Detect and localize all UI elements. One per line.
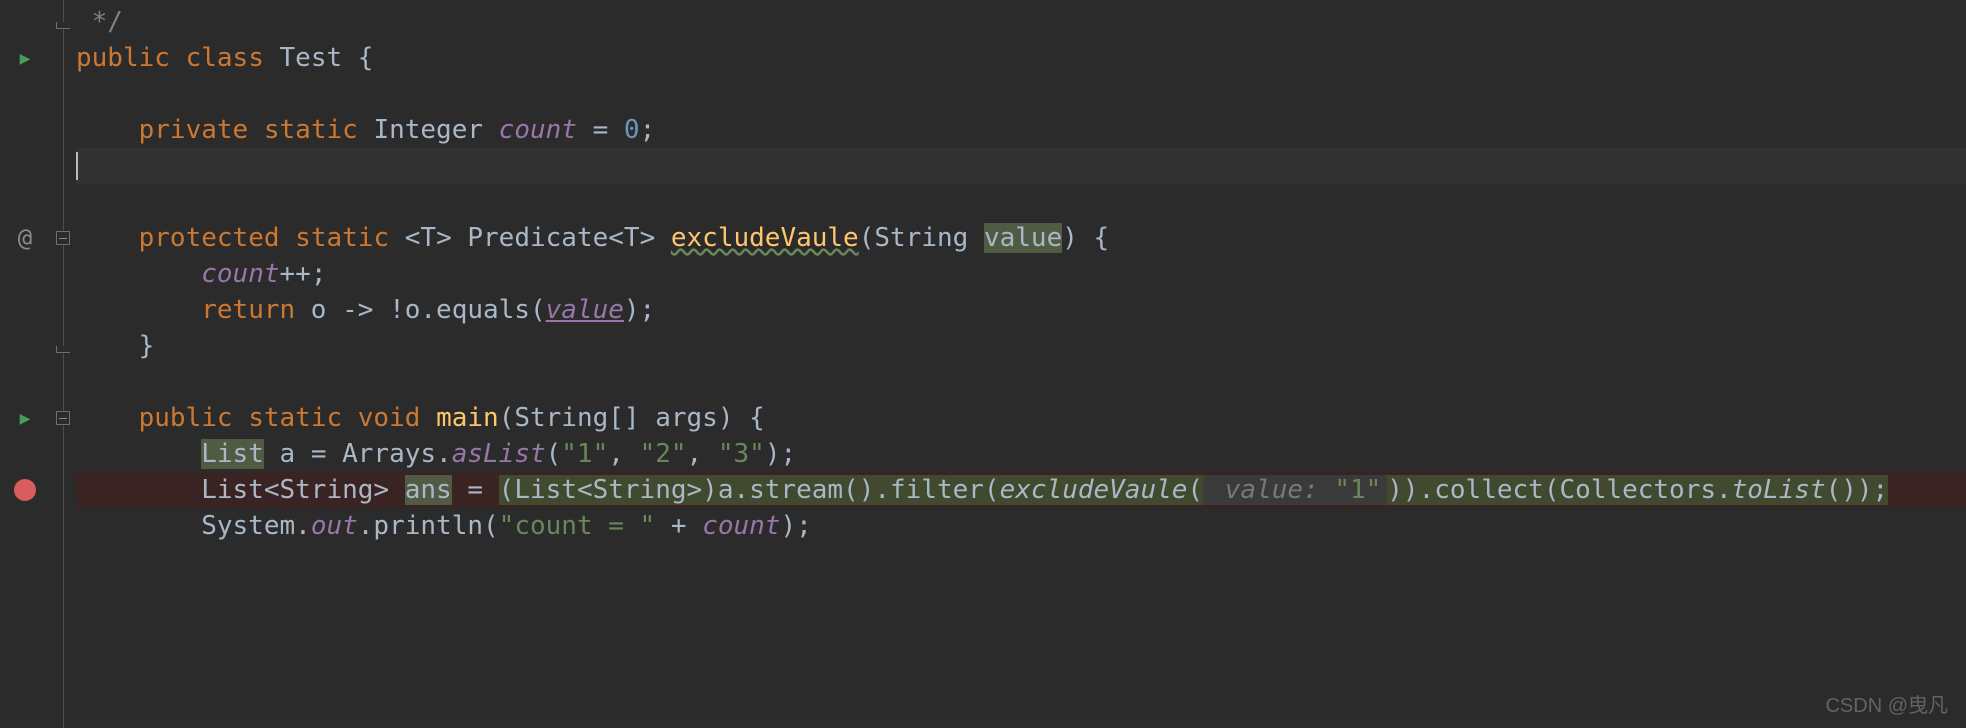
field: out [311,511,358,541]
keyword: static [295,223,389,253]
code-line[interactable]: public static void main(String[] args) { [76,400,1966,436]
method-name: excludeVaule [671,223,859,253]
fold-row [56,400,70,436]
string: "2" [640,439,687,469]
watermark: CSDN @曳凡 [1825,689,1948,718]
fold-end-icon[interactable] [56,346,70,353]
run-gutter-icon[interactable]: ▶ [20,400,31,436]
code-line[interactable] [76,76,1966,112]
code-line[interactable]: List a = Arrays.asList("1", "2", "3"); [76,436,1966,472]
code-line-breakpoint[interactable]: List<String> ans = (List<String>)a.strea… [76,472,1966,508]
expr-highlight: (List<String>)a.stream().filter(excludeV… [499,475,1889,505]
annotation-gutter-icon[interactable]: @ [18,220,32,256]
run-gutter-icon[interactable]: ▶ [20,40,31,76]
code-line[interactable]: protected static <T> Predicate<T> exclud… [76,220,1966,256]
code-line[interactable]: public class Test { [76,40,1966,76]
breakpoint-icon[interactable] [14,472,36,508]
method-name: main [436,403,499,433]
fold-toggle-icon[interactable] [56,411,70,425]
string: "count = " [499,511,656,541]
code-line[interactable] [76,184,1966,220]
keyword: void [358,403,421,433]
run-icon: ▶ [20,48,31,69]
breakpoint-dot-icon [14,479,36,501]
string: "3" [718,439,765,469]
code-editor[interactable]: ▶ @ ▶ */ public class Test { [0,0,1966,728]
param-ref: value [546,295,624,325]
code-line[interactable]: count++; [76,256,1966,292]
number: 0 [624,115,640,145]
field: count [201,259,279,289]
field: count [499,115,577,145]
keyword: protected [139,223,280,253]
code-line[interactable] [76,364,1966,400]
code-line[interactable]: } [76,328,1966,364]
keyword: static [248,403,342,433]
parameter-hint: value: "1" [1203,475,1387,505]
var-highlight: ans [405,475,452,505]
fold-row [56,220,70,256]
fold-toggle-icon[interactable] [56,231,70,245]
code-area[interactable]: */ public class Test { private static In… [76,0,1966,728]
comment-text: */ [76,7,123,37]
type-param: T [624,223,640,253]
caret-icon [76,152,78,180]
fold-row [56,4,70,40]
keyword: return [201,295,295,325]
type: Integer [373,115,483,145]
brace: { [342,43,373,73]
at-icon: @ [18,224,32,252]
type-highlight: List [201,439,264,469]
type-param: T [420,223,436,253]
code-line-caret[interactable] [76,148,1966,184]
fold-end-icon[interactable] [56,22,70,29]
keyword: static [264,115,358,145]
code-line[interactable]: return o -> !o.equals(value); [76,292,1966,328]
code-line[interactable]: */ [76,4,1966,40]
keyword: public [139,403,233,433]
class-name: Test [280,43,343,73]
param-highlight: value [984,223,1062,253]
string: "1" [561,439,608,469]
fold-column [50,0,76,728]
gutter: ▶ @ ▶ [0,0,50,728]
keyword: class [186,43,264,73]
code-line[interactable]: private static Integer count = 0; [76,112,1966,148]
code-line[interactable]: System.out.println("count = " + count); [76,508,1966,544]
run-icon: ▶ [20,408,31,429]
semi: ; [640,115,656,145]
keyword: public [76,43,170,73]
op: = [577,115,624,145]
field: count [702,511,780,541]
keyword: private [139,115,249,145]
fold-row [56,328,70,364]
method-call: asList [452,439,546,469]
